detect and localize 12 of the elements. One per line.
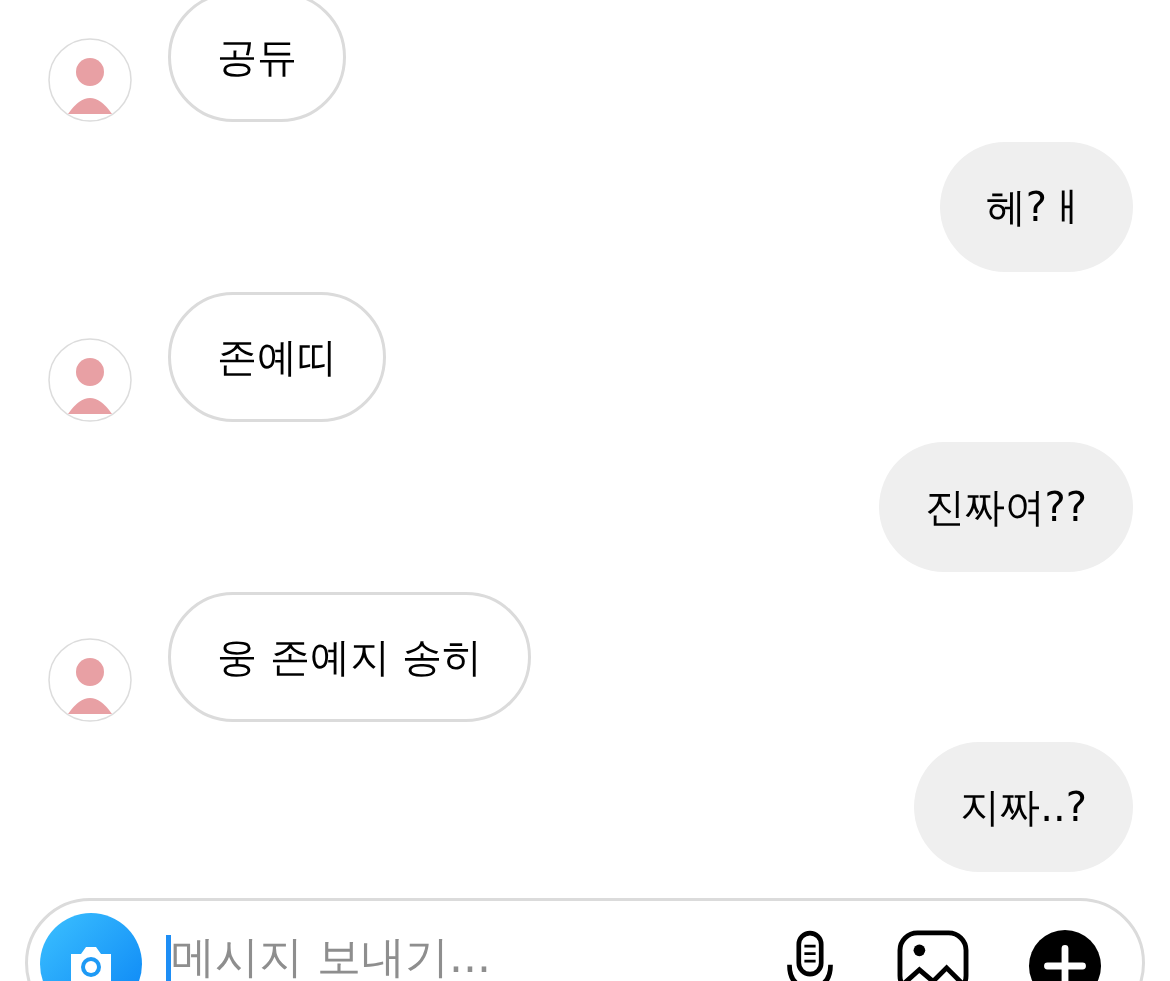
message-bubble: 공듀	[168, 0, 346, 122]
image-icon[interactable]	[896, 929, 970, 981]
avatar-icon	[48, 638, 132, 722]
message-bubble: 웅 존예지 송히	[168, 592, 532, 722]
message-bubble: 존예띠	[168, 292, 386, 422]
avatar-icon	[48, 38, 132, 122]
avatar-icon	[48, 338, 132, 422]
message-bubble: 지짜..?	[914, 742, 1133, 872]
plus-icon[interactable]	[1028, 929, 1102, 981]
message-bubble: 헤?ㅐ	[939, 142, 1133, 272]
message-bubble: 진짜여??	[878, 442, 1133, 572]
message-input[interactable]: 메시지 보내기...	[171, 931, 782, 981]
